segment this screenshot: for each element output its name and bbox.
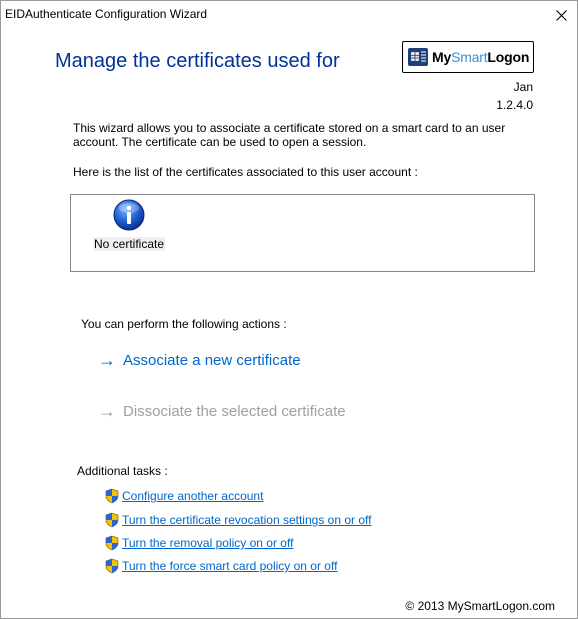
certificate-list[interactable]: No certificate (70, 194, 535, 272)
smart-card-icon (408, 48, 428, 66)
title-bar[interactable]: EIDAuthenticate Configuration Wizard (1, 1, 577, 29)
task-link[interactable]: Turn the certificate revocation settings… (122, 513, 371, 527)
certificate-list-item[interactable]: No certificate (90, 199, 168, 253)
task-revocation-settings[interactable]: Turn the certificate revocation settings… (104, 512, 371, 528)
associate-certificate-link[interactable]: → Associate a new certificate (98, 350, 301, 370)
intro-text: This wizard allows you to associate a ce… (73, 121, 506, 149)
dissociate-certificate-label: Dissociate the selected certificate (123, 403, 346, 420)
certificate-list-caption: Here is the list of the certificates ass… (73, 165, 418, 179)
task-link[interactable]: Turn the removal policy on or off (122, 536, 293, 550)
task-link[interactable]: Configure another account (122, 489, 263, 503)
info-icon (113, 199, 145, 231)
arrow-right-icon: → (98, 401, 116, 421)
task-link[interactable]: Turn the force smart card policy on or o… (122, 559, 337, 573)
page-title: Manage the certificates used for (55, 50, 340, 72)
window-title: EIDAuthenticate Configuration Wizard (5, 7, 208, 21)
logo-text-my: My (432, 49, 452, 65)
additional-tasks-caption: Additional tasks : (77, 464, 168, 478)
user-name: Jan (513, 80, 533, 94)
uac-shield-icon (105, 488, 119, 504)
associate-certificate-label: Associate a new certificate (123, 352, 301, 369)
dissociate-certificate-link[interactable]: → Dissociate the selected certificate (98, 401, 346, 421)
task-force-smart-card-policy[interactable]: Turn the force smart card policy on or o… (104, 558, 337, 574)
certificate-label: No certificate (92, 237, 166, 251)
task-removal-policy[interactable]: Turn the removal policy on or off (104, 535, 293, 551)
arrow-right-icon: → (98, 350, 116, 370)
actions-caption: You can perform the following actions : (81, 317, 287, 331)
copyright-text: © 2013 MySmartLogon.com (405, 599, 555, 613)
uac-shield-icon (105, 535, 119, 551)
close-icon (555, 9, 567, 21)
uac-shield-icon (105, 558, 119, 574)
logo-text-smart: Smart (451, 49, 488, 65)
close-button[interactable] (545, 1, 577, 29)
mysmartlogon-logo: MySmartLogon (402, 41, 534, 73)
wizard-window: EIDAuthenticate Configuration Wizard Man… (0, 0, 578, 619)
task-configure-another-account[interactable]: Configure another account (104, 488, 263, 504)
version-label: 1.2.4.0 (496, 98, 533, 112)
uac-shield-icon (105, 512, 119, 528)
logo-text-logon: Logon (487, 49, 530, 65)
